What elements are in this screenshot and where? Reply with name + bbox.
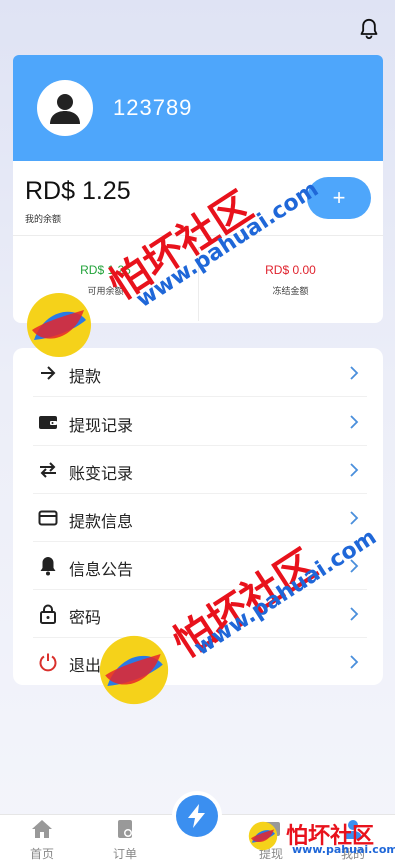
chevron-right-icon [350, 559, 359, 573]
frozen-balance: RD$ 0.00 冻结金额 [198, 263, 383, 297]
lock-icon [37, 603, 59, 625]
card-icon [37, 507, 59, 529]
chevron-right-icon [350, 511, 359, 525]
order-icon [118, 820, 132, 838]
tab-mine[interactable]: 我的 [318, 819, 388, 860]
balance-label: 我的余额 [25, 215, 62, 225]
tab-label: 提现 [258, 847, 283, 860]
tab-label: 订单 [112, 847, 137, 860]
center-action-button[interactable] [172, 791, 222, 841]
menu-item-label: 退出 [69, 656, 102, 675]
menu-item-logout[interactable]: 退出 [13, 638, 383, 686]
menu-item-withdraw[interactable]: 提款 [13, 349, 383, 397]
menu-item-announcements[interactable]: 信息公告 [13, 542, 383, 590]
chevron-right-icon [350, 655, 359, 669]
lightning-icon [188, 804, 205, 828]
menu-item-label: 密码 [69, 608, 102, 627]
menu-item-account-changes[interactable]: 账变记录 [13, 446, 383, 494]
wallet-icon [37, 411, 59, 433]
frozen-amount: RD$ 0.00 [265, 263, 316, 277]
user-avatar-icon [50, 94, 80, 124]
divider [13, 235, 383, 236]
menu-item-label: 提款信息 [69, 512, 134, 531]
available-amount: RD$ 1.25 [80, 263, 131, 277]
tab-label: 首页 [29, 847, 54, 860]
profile-header: 123789 [13, 55, 383, 161]
chevron-right-icon [350, 607, 359, 621]
chevron-right-icon [350, 463, 359, 477]
avatar[interactable] [37, 80, 93, 136]
notification-bell-icon[interactable] [359, 18, 379, 40]
menu-item-withdraw-records[interactable]: 提现记录 [13, 398, 383, 446]
menu-item-label: 账变记录 [69, 464, 134, 483]
user-icon [344, 820, 362, 839]
tab-withdraw[interactable]: 提现 [236, 819, 306, 860]
chevron-right-icon [350, 415, 359, 429]
menu-item-label: 提现记录 [69, 416, 134, 435]
bell-icon [37, 555, 59, 577]
available-label: 可用余额 [87, 287, 124, 297]
menu-item-label: 提款 [69, 367, 102, 386]
menu-list: 提款 提现记录 账变记录 提款信息 信息公告 密码 退出 [13, 348, 383, 685]
tab-orders[interactable]: 订单 [90, 819, 160, 860]
tab-home[interactable]: 首页 [7, 819, 77, 860]
menu-item-password[interactable]: 密码 [13, 590, 383, 638]
divider [33, 396, 367, 397]
menu-item-withdraw-info[interactable]: 提款信息 [13, 494, 383, 542]
withdraw-tab-icon [262, 822, 280, 836]
user-id: 123789 [113, 95, 193, 120]
balance-card: RD$ 1.25 我的余额 + RD$ 1.25 可用余额 RD$ 0.00 冻… [13, 161, 383, 323]
available-balance: RD$ 1.25 可用余额 [13, 263, 198, 297]
home-icon [32, 820, 52, 838]
top-bar [0, 0, 395, 56]
chevron-right-icon [350, 366, 359, 380]
add-funds-button[interactable]: + [307, 177, 371, 219]
tab-label: 我的 [340, 847, 365, 860]
exchange-icon [37, 459, 59, 481]
frozen-label: 冻结金额 [272, 287, 309, 297]
power-icon [37, 651, 59, 673]
withdraw-icon [37, 362, 59, 384]
balance-amount: RD$ 1.25 [25, 177, 131, 205]
menu-item-label: 信息公告 [69, 560, 134, 579]
